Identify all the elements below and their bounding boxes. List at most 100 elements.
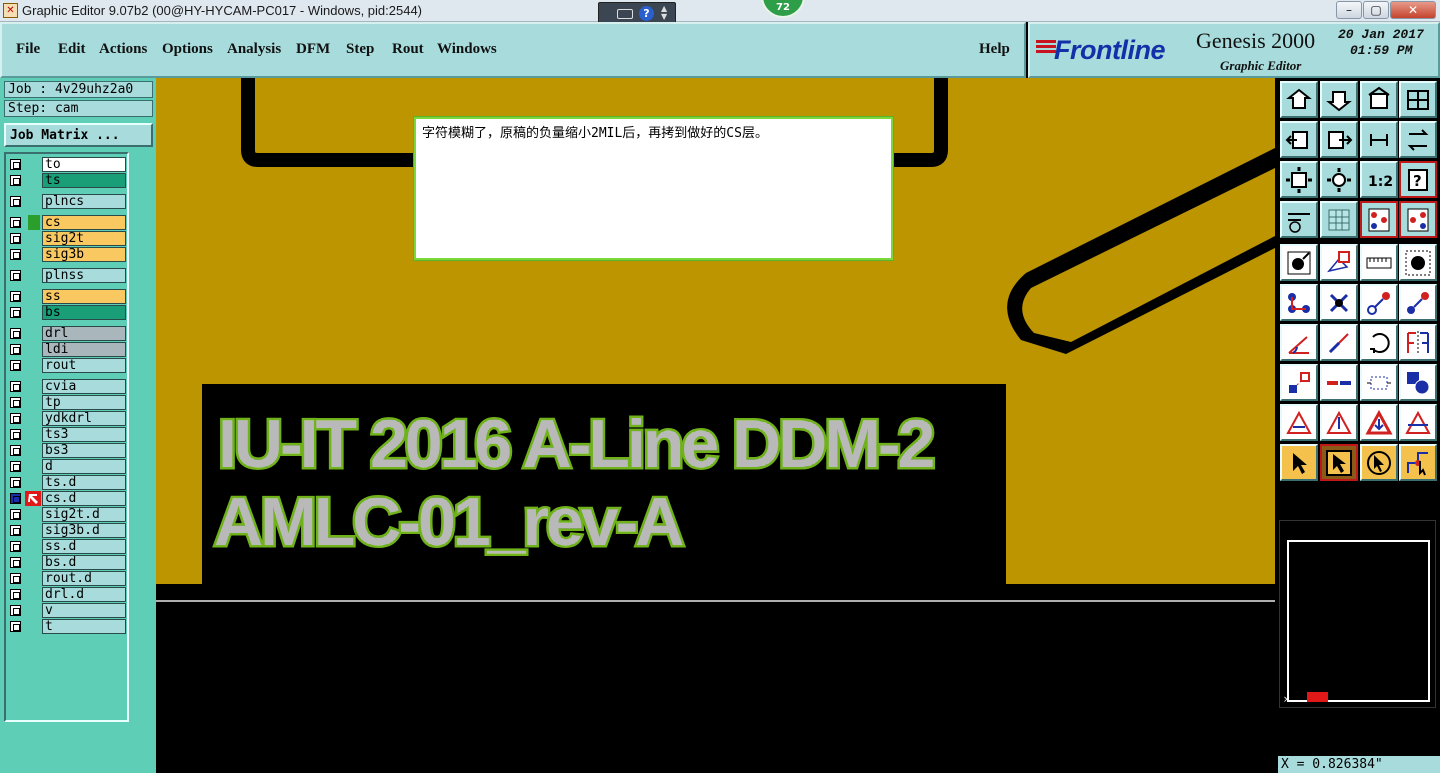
layer-indicator[interactable] [25, 395, 41, 410]
layer-name[interactable]: rout [42, 358, 126, 373]
menu-analysis[interactable]: Analysis [227, 41, 281, 58]
add-shape-button[interactable] [1320, 244, 1358, 281]
triangle-a-button[interactable] [1280, 404, 1318, 441]
circle-pad-button[interactable] [1399, 244, 1437, 281]
layer-row-sig2t-d[interactable]: sig2t.d [8, 507, 128, 522]
layer-name[interactable]: ts3 [42, 427, 126, 442]
layer-checkbox[interactable] [10, 525, 21, 536]
layer-indicator[interactable] [25, 491, 41, 506]
layer-name[interactable]: sig2t.d [42, 507, 126, 522]
connect-nodes-button[interactable] [1280, 284, 1318, 321]
layer-checkbox[interactable] [10, 175, 21, 186]
menu-file[interactable]: File [16, 41, 40, 58]
layer-row-cvia[interactable]: cvia [8, 379, 128, 394]
layer-row-t[interactable]: t [8, 619, 128, 634]
layer-name[interactable]: tp [42, 395, 126, 410]
layer-indicator[interactable] [25, 268, 41, 283]
layer-stack-2-button[interactable] [1399, 201, 1437, 238]
chevron-icon[interactable]: ▲ ▼ [661, 5, 667, 21]
layer-row-drl-d[interactable]: drl.d [8, 587, 128, 602]
layer-checkbox[interactable] [10, 328, 21, 339]
layer-indicator[interactable] [25, 571, 41, 586]
layer-indicator[interactable] [25, 411, 41, 426]
add-pad-button[interactable] [1280, 244, 1318, 281]
resize-box-button[interactable] [1360, 364, 1398, 401]
layer-indicator[interactable] [25, 603, 41, 618]
layer-name[interactable]: plncs [42, 194, 126, 209]
job-matrix-button[interactable]: Job Matrix ... [4, 123, 153, 147]
keyboard-icon[interactable] [617, 9, 633, 19]
layer-checkbox[interactable] [10, 509, 21, 520]
layer-row-cs[interactable]: cs [8, 215, 128, 230]
select-area-button[interactable] [1360, 444, 1398, 481]
layer-row-bs3[interactable]: bs3 [8, 443, 128, 458]
layer-checkbox[interactable] [10, 233, 21, 244]
swap-button[interactable] [1360, 121, 1398, 158]
snap-point-button[interactable] [1280, 364, 1318, 401]
copy-node-button[interactable] [1399, 284, 1437, 321]
layer-checkbox[interactable] [10, 445, 21, 456]
layer-row-bs-d[interactable]: bs.d [8, 555, 128, 570]
layer-name[interactable]: ydkdrl [42, 411, 126, 426]
menu-edit[interactable]: Edit [58, 41, 86, 58]
overview-map[interactable]: × [1279, 520, 1436, 708]
layer-indicator[interactable] [25, 342, 41, 357]
layer-name[interactable]: ts [42, 173, 126, 188]
maximize-button[interactable]: ▢ [1363, 1, 1389, 19]
zoom-back-button[interactable] [1320, 81, 1358, 118]
menu-windows[interactable]: Windows [437, 41, 497, 58]
layer-indicator[interactable] [25, 305, 41, 320]
pan-left-button[interactable] [1280, 121, 1318, 158]
layer-name[interactable]: d [42, 459, 126, 474]
layer-row-rout-d[interactable]: rout.d [8, 571, 128, 586]
layer-row-plncs[interactable]: plncs [8, 194, 128, 209]
layer-indicator[interactable] [25, 619, 41, 634]
layer-checkbox[interactable] [10, 307, 21, 318]
layer-name[interactable]: bs3 [42, 443, 126, 458]
layer-name[interactable]: rout.d [42, 571, 126, 586]
layer-checkbox[interactable] [10, 621, 21, 632]
layer-name[interactable]: ldi [42, 342, 126, 357]
layer-checkbox[interactable] [10, 360, 21, 371]
layer-name[interactable]: sig3b [42, 247, 126, 262]
layer-checkbox[interactable] [10, 196, 21, 207]
layer-checkbox[interactable] [10, 397, 21, 408]
layer-indicator[interactable] [25, 173, 41, 188]
layer-indicator[interactable] [25, 358, 41, 373]
layer-checkbox[interactable] [10, 461, 21, 472]
note-popup[interactable]: 字符模糊了，原稿的负量缩小2MIL后，再拷到做好的CS层。 [414, 117, 893, 260]
triangle-d-button[interactable] [1399, 404, 1437, 441]
layer-checkbox[interactable] [10, 477, 21, 488]
layer-name[interactable]: bs.d [42, 555, 126, 570]
window-split-button[interactable] [1399, 81, 1437, 118]
menu-actions[interactable]: Actions [99, 41, 147, 58]
layer-indicator[interactable] [25, 475, 41, 490]
layer-indicator[interactable] [25, 289, 41, 304]
pads-group-button[interactable] [1399, 364, 1437, 401]
layer-indicator[interactable] [28, 215, 40, 230]
layer-name[interactable]: cs.d [42, 491, 126, 506]
layer-name[interactable]: bs [42, 305, 126, 320]
select-arrow-active-button[interactable] [1320, 444, 1358, 481]
layer-row-sig3b[interactable]: sig3b [8, 247, 128, 262]
split-line-button[interactable] [1320, 364, 1358, 401]
layer-name[interactable]: sig3b.d [42, 523, 126, 538]
layer-name[interactable]: t [42, 619, 126, 634]
layer-checkbox[interactable] [10, 573, 21, 584]
layer-checkbox[interactable] [10, 381, 21, 392]
layer-row-ts3[interactable]: ts3 [8, 427, 128, 442]
layer-indicator[interactable] [25, 539, 41, 554]
layer-row-tp[interactable]: tp [8, 395, 128, 410]
fit-screen-button[interactable] [1280, 161, 1318, 198]
layer-indicator[interactable] [25, 443, 41, 458]
layer-row-ss-d[interactable]: ss.d [8, 539, 128, 554]
zoom-center-button[interactable] [1320, 161, 1358, 198]
layer-indicator[interactable] [25, 459, 41, 474]
layer-name[interactable]: cvia [42, 379, 126, 394]
ime-toolbar[interactable]: ? ▲ ▼ [598, 2, 676, 24]
ruler-button[interactable] [1360, 244, 1398, 281]
layer-name[interactable]: drl.d [42, 587, 126, 602]
menu-help[interactable]: Help [979, 41, 1010, 58]
menu-rout[interactable]: Rout [392, 41, 424, 58]
layer-row-sig2t[interactable]: sig2t [8, 231, 128, 246]
